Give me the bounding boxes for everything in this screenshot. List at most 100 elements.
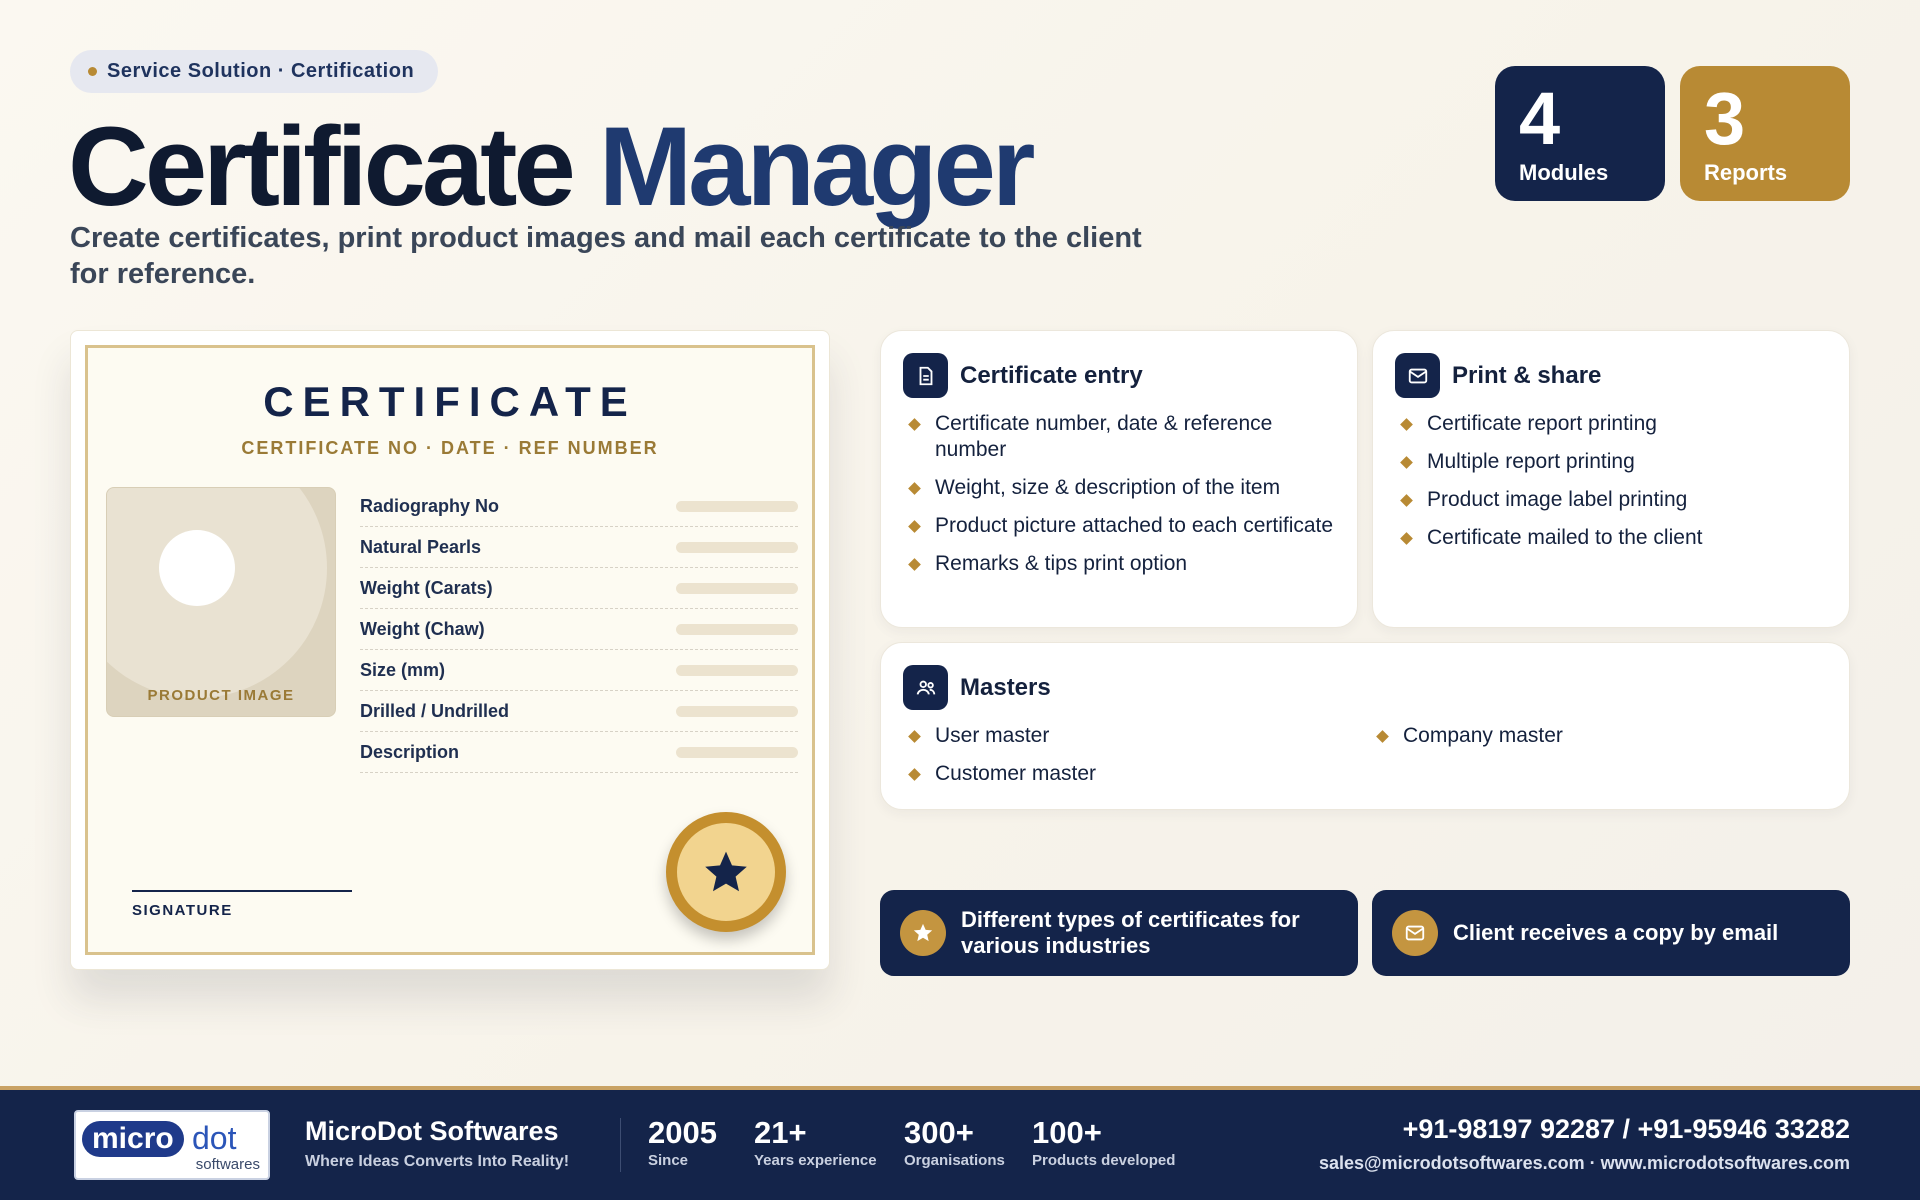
company-logo: micro dot softwares xyxy=(74,1110,270,1180)
footer-stat: 2005 Since xyxy=(648,1115,717,1170)
card-title: Print & share xyxy=(1452,361,1602,389)
certificate-seal xyxy=(666,812,786,932)
certificate-entry-card: Certificate entry Certificate number, da… xyxy=(880,330,1358,628)
modules-stat: 4 Modules xyxy=(1495,66,1665,201)
masters-card: Masters User master Customer master Comp… xyxy=(880,642,1850,810)
pearl-icon xyxy=(159,530,235,606)
footer-stat: 300+ Organisations xyxy=(904,1115,1005,1170)
logo-text-softwares: softwares xyxy=(195,1156,260,1173)
banner-text: Client receives a copy by email xyxy=(1453,920,1779,945)
field-value-placeholder xyxy=(676,623,798,635)
field-value-placeholder xyxy=(676,664,798,676)
title-part-1: Certificate xyxy=(68,104,576,229)
list-item: User master xyxy=(907,723,1347,749)
field-value-placeholder xyxy=(676,746,798,758)
footer-stat-value: 2005 xyxy=(648,1115,717,1150)
list-item: Weight, size & description of the item xyxy=(907,475,1337,501)
footer-separator xyxy=(620,1118,621,1172)
email-copy-banner: Client receives a copy by email xyxy=(1372,890,1850,976)
certificate-fields: Radiography No Natural Pearls Weight (Ca… xyxy=(360,486,798,773)
field-value-placeholder xyxy=(676,582,798,594)
certificate-frame: CERTIFICATE CERTIFICATE NO · DATE · REF … xyxy=(85,345,815,955)
list-item: Remarks & tips print option xyxy=(907,551,1337,577)
category-pill: Service Solution · Certification xyxy=(70,50,438,93)
product-image-placeholder: PRODUCT IMAGE xyxy=(106,487,336,717)
certificate-subheading: CERTIFICATE NO · DATE · REF NUMBER xyxy=(241,438,659,458)
footer-stat-value: 300+ xyxy=(904,1115,974,1150)
field-label: Size (mm) xyxy=(360,659,446,680)
logo-text-micro: micro xyxy=(82,1121,184,1157)
footer-stat: 21+ Years experience xyxy=(754,1115,877,1170)
list-item: Company master xyxy=(1375,723,1815,749)
pill-dot xyxy=(88,67,97,76)
page-title: Certificate Manager xyxy=(68,100,1036,234)
list-item: Product picture attached to each certifi… xyxy=(907,513,1337,539)
pill-label: Service Solution · Certification xyxy=(107,60,415,82)
star-icon xyxy=(900,910,946,956)
certificate-preview: CERTIFICATE CERTIFICATE NO · DATE · REF … xyxy=(70,330,830,970)
reports-label: Reports xyxy=(1704,160,1788,185)
certificate-field: Natural Pearls xyxy=(360,527,798,568)
signature-line xyxy=(132,890,352,892)
brand-tagline: Where Ideas Converts Into Reality! xyxy=(305,1153,570,1170)
brand-block: MicroDot Softwares Where Ideas Converts … xyxy=(305,1116,569,1171)
star-icon xyxy=(705,851,747,892)
signature-label: SIGNATURE xyxy=(132,902,233,919)
field-label: Drilled / Undrilled xyxy=(360,700,510,721)
mail-icon xyxy=(1392,910,1438,956)
phone-numbers: +91-98197 92287 / +91-95946 33282 xyxy=(1402,1114,1850,1144)
mail-icon xyxy=(1395,353,1440,398)
product-image-label: PRODUCT IMAGE xyxy=(147,687,295,704)
document-icon xyxy=(903,353,948,398)
feature-list: Company master xyxy=(1375,723,1815,761)
field-label: Radiography No xyxy=(360,495,500,516)
card-header: Masters xyxy=(903,665,1051,710)
card-title: Certificate entry xyxy=(960,361,1143,389)
field-label: Weight (Chaw) xyxy=(360,618,485,639)
feature-list: User master Customer master xyxy=(907,723,1347,799)
certificate-field: Description xyxy=(360,732,798,773)
feature-list: Certificate report printing Multiple rep… xyxy=(1399,411,1702,563)
page-subtitle: Create certificates, print product image… xyxy=(70,222,1142,290)
reports-count: 3 xyxy=(1704,77,1746,160)
list-item: Certificate report printing xyxy=(1399,411,1702,437)
list-item: Product image label printing xyxy=(1399,487,1702,513)
brand-name: MicroDot Softwares xyxy=(305,1116,559,1146)
footer-stat-value: 100+ xyxy=(1032,1115,1102,1150)
certificate-field: Weight (Carats) xyxy=(360,568,798,609)
logo-text-dot: dot xyxy=(192,1120,237,1156)
certificate-field: Radiography No xyxy=(360,486,798,527)
footer-stat-label: Products developed xyxy=(1032,1152,1176,1169)
field-label: Weight (Carats) xyxy=(360,577,493,598)
field-value-placeholder xyxy=(676,541,798,553)
field-label: Description xyxy=(360,741,460,762)
reports-stat: 3 Reports xyxy=(1680,66,1850,201)
footer: micro dot softwares MicroDot Softwares W… xyxy=(0,1090,1920,1200)
certificate-field: Size (mm) xyxy=(360,650,798,691)
modules-count: 4 xyxy=(1519,77,1561,160)
footer-stat-label: Years experience xyxy=(754,1152,877,1169)
card-header: Print & share xyxy=(1395,353,1601,398)
footer-stat-value: 21+ xyxy=(754,1115,807,1150)
contact-block: +91-98197 92287 / +91-95946 33282 sales@… xyxy=(1319,1114,1850,1174)
list-item: Multiple report printing xyxy=(1399,449,1702,475)
certificate-field: Weight (Chaw) xyxy=(360,609,798,650)
certificate-field: Drilled / Undrilled xyxy=(360,691,798,732)
feature-list: Certificate number, date & reference num… xyxy=(907,411,1337,589)
field-label: Natural Pearls xyxy=(360,536,482,557)
list-item: Certificate mailed to the client xyxy=(1399,525,1702,551)
field-value-placeholder xyxy=(676,500,798,512)
title-part-2: Manager xyxy=(598,104,1036,229)
certificate-heading: CERTIFICATE xyxy=(263,378,637,425)
banner-text: Different types of certificates for vari… xyxy=(961,907,1300,958)
card-header: Certificate entry xyxy=(903,353,1143,398)
users-icon xyxy=(903,665,948,710)
footer-stat-label: Organisations xyxy=(904,1152,1005,1169)
field-value-placeholder xyxy=(676,705,798,717)
list-item: Certificate number, date & reference num… xyxy=(907,411,1337,463)
card-title: Masters xyxy=(960,673,1051,701)
list-item: Customer master xyxy=(907,761,1347,787)
modules-label: Modules xyxy=(1519,160,1609,185)
certificate-types-banner: Different types of certificates for vari… xyxy=(880,890,1358,976)
email-website: sales@microdotsoftwares.com · www.microd… xyxy=(1318,1153,1850,1173)
